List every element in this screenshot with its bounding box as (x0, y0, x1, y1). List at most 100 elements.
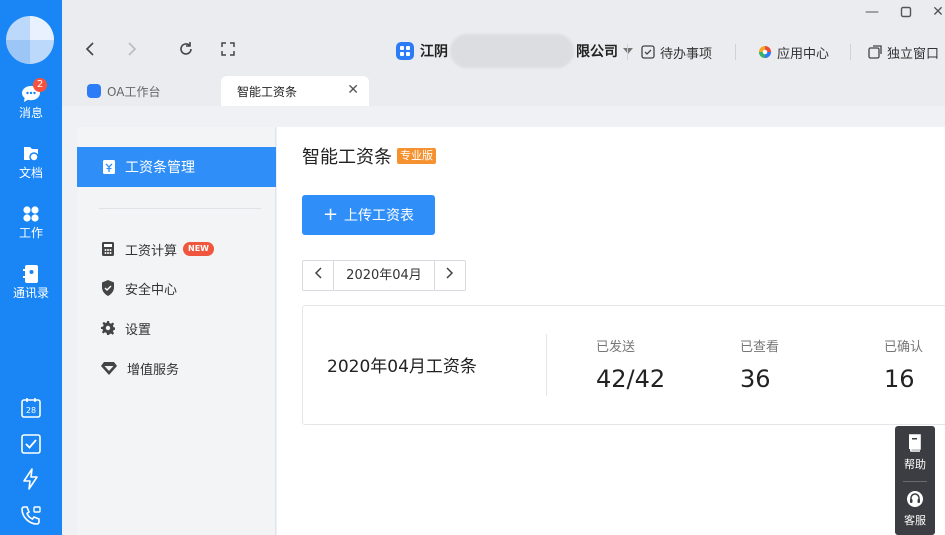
maximize-button[interactable] (896, 2, 916, 22)
divider (546, 334, 547, 396)
calendar-day: 28 (26, 406, 36, 415)
left-rail: 2 消息 文档 工作 通讯录 28 (0, 0, 62, 535)
todo-icon (641, 45, 655, 59)
rail-label: 通讯录 (12, 286, 49, 300)
maximize-icon (900, 6, 912, 18)
fullscreen-button[interactable] (218, 41, 238, 61)
rail-label: 文档 (18, 166, 43, 180)
stat-label: 已确认 (884, 340, 924, 355)
help-label: 帮助 (904, 458, 926, 471)
tab-smart-payslip[interactable]: 智能工资条 ✕ (221, 76, 369, 106)
sidebar-item-value-added[interactable]: 增值服务 (101, 358, 179, 378)
company-name-suffix: 限公司 (576, 44, 618, 60)
upload-payroll-button[interactable]: + 上传工资表 (302, 195, 435, 235)
caret-down-icon (623, 48, 633, 54)
sidebar-item-label: 设置 (125, 322, 152, 338)
title-bar: — ✕ 江阴 限公司 待办事项 应用中心 独立窗口 (62, 0, 945, 106)
rail-item-messages[interactable]: 2 消息 (0, 78, 62, 120)
month-value[interactable]: 2020年04月 (333, 261, 435, 290)
headset-icon (907, 491, 923, 507)
calculator-icon (102, 242, 114, 256)
rail-label: 消息 (18, 106, 43, 120)
chevron-right-icon (446, 267, 454, 279)
rail-item-contacts[interactable]: 通讯录 (0, 264, 62, 300)
docs-icon (24, 147, 39, 162)
prev-month-button[interactable] (303, 261, 333, 290)
chevron-right-icon (128, 42, 137, 56)
floating-help-panel: 帮助 客服 (895, 426, 935, 535)
chevron-left-icon (85, 42, 94, 56)
sidebar: 工资条管理 工资计算 NEW 安全中心 设置 增值服务 (77, 127, 276, 535)
calendar-icon[interactable]: 28 (19, 396, 43, 420)
company-icon (396, 42, 414, 60)
upload-label: 上传工资表 (344, 208, 415, 224)
todo-label: 待办事项 (660, 46, 713, 62)
back-button[interactable] (80, 41, 100, 61)
standalone-window-button[interactable]: 独立窗口 (868, 42, 939, 62)
close-window-button[interactable]: ✕ (928, 2, 945, 22)
sidebar-item-label: 增值服务 (127, 362, 180, 378)
company-switcher[interactable]: 江阴 限公司 (396, 34, 633, 68)
page-title: 智能工资条 专业版 (302, 143, 436, 169)
fullscreen-icon (221, 42, 235, 56)
page-title-text: 智能工资条 (302, 147, 392, 168)
service-label: 客服 (904, 514, 926, 527)
stat-value: 36 (740, 365, 771, 393)
stat-value: 16 (884, 365, 915, 393)
window-icon (868, 45, 882, 59)
divider (735, 44, 736, 60)
divider (627, 44, 628, 60)
avatar[interactable] (6, 16, 54, 64)
divider (99, 208, 261, 209)
sidebar-item-label: 安全中心 (125, 282, 178, 298)
work-grid-icon (23, 206, 39, 222)
phone-icon[interactable] (19, 503, 43, 527)
redacted-company-name (450, 34, 574, 68)
stat-confirmed: 已确认 16 (884, 336, 923, 393)
diamond-icon (101, 362, 117, 375)
payslip-icon (103, 160, 115, 174)
lightning-icon[interactable] (19, 467, 43, 491)
sidebar-item-payslip-management[interactable]: 工资条管理 (77, 147, 276, 187)
unread-badge: 2 (33, 78, 47, 92)
book-icon (909, 434, 921, 452)
divider (903, 481, 927, 482)
stat-label: 已发送 (596, 340, 636, 355)
plus-icon: + (322, 204, 339, 225)
sidebar-item-settings[interactable]: 设置 (101, 318, 151, 338)
app-center-label: 应用中心 (777, 46, 830, 62)
payslip-summary-card[interactable]: 2020年04月工资条 已发送 42/42 已查看 36 已确认 16 (302, 305, 945, 425)
next-month-button[interactable] (435, 261, 465, 290)
gear-icon (101, 321, 115, 335)
rail-item-work[interactable]: 工作 (0, 204, 62, 240)
card-title: 2020年04月工资条 (327, 357, 477, 377)
refresh-button[interactable] (176, 41, 196, 61)
chevron-left-icon (314, 267, 322, 279)
contacts-icon (23, 265, 38, 283)
close-icon[interactable]: ✕ (347, 82, 359, 98)
stat-label: 已查看 (740, 340, 780, 355)
tab-label: OA工作台 (107, 84, 161, 99)
stat-sent: 已发送 42/42 (596, 336, 665, 393)
divider (850, 44, 851, 60)
standalone-window-label: 独立窗口 (887, 46, 940, 62)
new-badge: NEW (183, 242, 214, 256)
tab-oa-workbench[interactable]: OA工作台 (87, 76, 160, 106)
sidebar-item-label: 工资计算 (125, 243, 178, 259)
todo-check-icon[interactable] (19, 432, 43, 456)
customer-service-button[interactable]: 客服 (895, 490, 935, 528)
sidebar-item-security[interactable]: 安全中心 (101, 278, 177, 298)
oa-icon (87, 84, 101, 98)
tab-label: 智能工资条 (237, 84, 298, 99)
sidebar-item-payroll-calc[interactable]: 工资计算 NEW (101, 239, 214, 259)
help-button[interactable]: 帮助 (895, 434, 935, 472)
todo-button[interactable]: 待办事项 (641, 42, 712, 62)
rail-label: 工作 (18, 226, 43, 240)
stat-value: 42/42 (596, 365, 666, 393)
rail-item-docs[interactable]: 文档 (0, 144, 62, 180)
sidebar-item-label: 工资条管理 (125, 160, 195, 176)
refresh-icon (180, 42, 192, 55)
forward-button[interactable] (122, 41, 142, 61)
minimize-button[interactable]: — (862, 2, 882, 22)
app-center-button[interactable]: 应用中心 (758, 42, 829, 62)
